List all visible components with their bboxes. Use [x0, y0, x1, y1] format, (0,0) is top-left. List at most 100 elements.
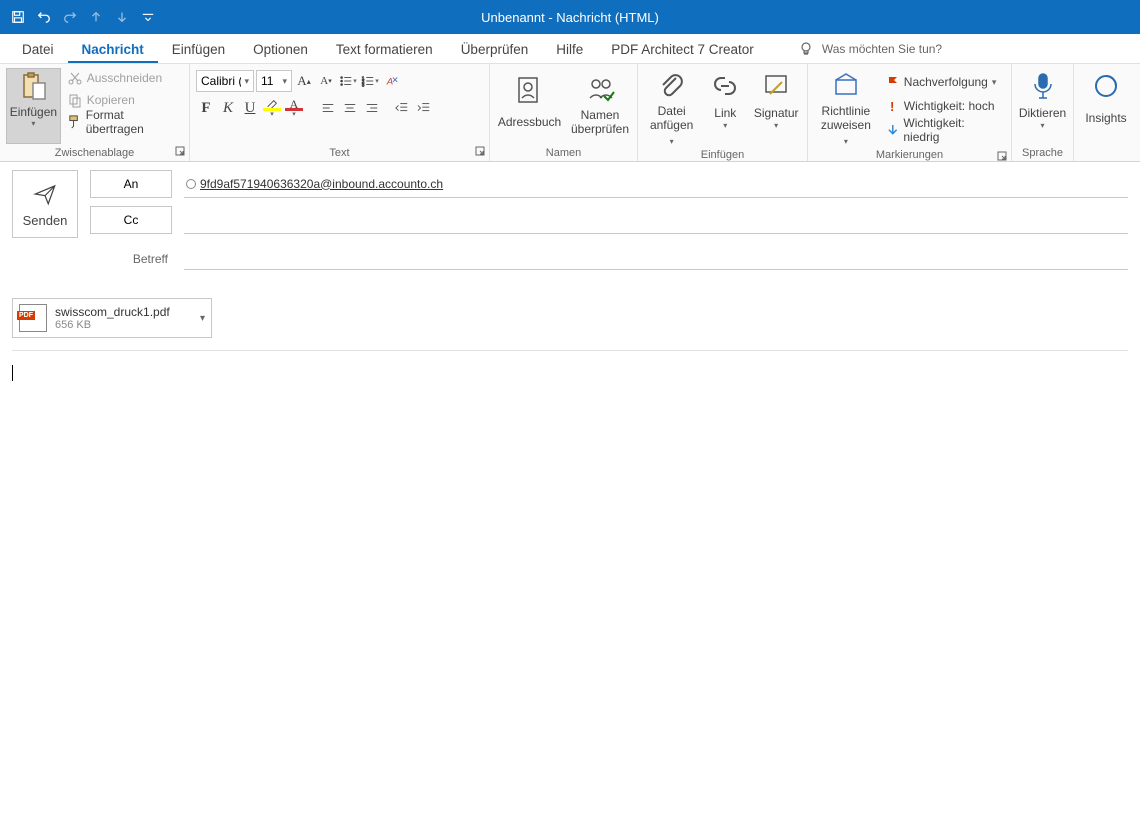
group-include: Dateianfügen ▾ Link▾ Signatur▾ Einfügen [638, 64, 808, 161]
presence-icon [186, 179, 196, 189]
scissors-icon [67, 70, 83, 86]
check-names-icon [584, 74, 616, 106]
low-importance-button[interactable]: Wichtigkeit: niedrig [882, 120, 1005, 140]
group-voice: Diktieren▾ Sprache [1012, 64, 1074, 161]
italic-button[interactable]: K [218, 98, 238, 118]
cc-field[interactable] [184, 206, 1128, 234]
underline-button[interactable]: U [240, 98, 260, 118]
chevron-down-icon[interactable]: ▾ [200, 313, 205, 324]
subject-label: Betreff [12, 252, 172, 266]
font-name-select[interactable]: Calibri (Textkörper)▾ [196, 70, 254, 92]
align-right-button[interactable] [362, 98, 382, 118]
dictate-button[interactable]: Diktieren▾ [1018, 68, 1067, 134]
clear-formatting-button[interactable]: A [382, 71, 402, 91]
paperclip-icon [656, 70, 688, 102]
group-names: Adressbuch Namenüberprüfen Namen [490, 64, 638, 161]
message-body[interactable] [12, 351, 1128, 398]
low-importance-icon [886, 123, 900, 137]
ribbon: Einfügen ▾ Ausschneiden Kopieren Format … [0, 64, 1140, 162]
tab-format[interactable]: Text formatieren [322, 36, 447, 63]
undo-icon[interactable] [32, 5, 56, 29]
tab-review[interactable]: Überprüfen [447, 36, 543, 63]
pdf-icon [19, 304, 47, 332]
send-icon [32, 181, 58, 207]
subject-field[interactable] [184, 248, 1128, 270]
tab-options[interactable]: Optionen [239, 36, 322, 63]
attach-file-button[interactable]: Dateianfügen ▾ [644, 68, 699, 149]
assign-policy-button[interactable]: Richtliniezuweisen ▾ [814, 68, 878, 149]
next-icon [110, 5, 134, 29]
align-center-button[interactable] [340, 98, 360, 118]
copy-icon [67, 92, 83, 108]
cut-button: Ausschneiden [63, 68, 183, 88]
numbering-button[interactable]: 123▾ [360, 71, 380, 91]
qat-customize-icon[interactable] [136, 5, 160, 29]
attachment-name: swisscom_druck1.pdf [55, 305, 192, 319]
signature-button[interactable]: Signatur▾ [751, 68, 801, 134]
send-button[interactable]: Senden [12, 170, 78, 238]
policy-icon [830, 70, 862, 102]
grow-font-button[interactable]: A▴ [294, 71, 314, 91]
align-left-button[interactable] [318, 98, 338, 118]
signature-icon [760, 70, 792, 102]
svg-text:!: ! [890, 99, 894, 113]
tab-help[interactable]: Hilfe [542, 36, 597, 63]
copy-button: Kopieren [63, 90, 183, 110]
to-field[interactable]: 9fd9af571940636320a@inbound.accounto.ch [184, 170, 1128, 198]
decrease-indent-button[interactable] [392, 98, 412, 118]
group-text: Calibri (Textkörper)▾ 11▾ A▴ A▾ ▾ 123▾ A… [190, 64, 490, 161]
insights-icon [1090, 70, 1122, 102]
quick-access-toolbar [6, 5, 160, 29]
shrink-font-button[interactable]: A▾ [316, 71, 336, 91]
compose-area: Senden An Cc 9fd9af571940636320a@inbound… [0, 162, 1140, 398]
microphone-icon [1027, 70, 1059, 102]
high-importance-button[interactable]: !Wichtigkeit: hoch [882, 96, 1005, 116]
tab-message[interactable]: Nachricht [68, 36, 158, 63]
insights-button[interactable]: Insights [1081, 68, 1130, 134]
follow-up-button[interactable]: Nachverfolgung ▾ [882, 72, 1005, 92]
window-title: Unbenannt - Nachricht (HTML) [481, 10, 659, 25]
format-painter-button[interactable]: Format übertragen [63, 112, 183, 132]
check-names-button[interactable]: Namenüberprüfen [569, 68, 631, 139]
group-tags: Richtliniezuweisen ▾ Nachverfolgung ▾ !W… [808, 64, 1012, 161]
font-size-select[interactable]: 11▾ [256, 70, 292, 92]
tab-insert[interactable]: Einfügen [158, 36, 239, 63]
bold-button[interactable]: F [196, 98, 216, 118]
address-book-icon [513, 74, 545, 106]
paste-button[interactable]: Einfügen ▾ [6, 68, 61, 144]
attachment-size: 656 KB [55, 319, 192, 331]
save-icon[interactable] [6, 5, 30, 29]
text-cursor [12, 365, 13, 381]
high-importance-icon: ! [886, 99, 900, 113]
font-color-button[interactable]: A▾ [284, 98, 304, 118]
highlight-button[interactable]: ▾ [262, 98, 282, 118]
group-insights: Insights [1074, 64, 1138, 161]
lightbulb-icon [798, 41, 814, 57]
tell-me-search[interactable]: Was möchten Sie tun? [798, 41, 942, 63]
svg-text:A: A [386, 77, 393, 88]
address-book-button[interactable]: Adressbuch [496, 68, 563, 138]
bullets-button[interactable]: ▾ [338, 71, 358, 91]
tags-dialog-launcher[interactable] [996, 151, 1008, 163]
font-dialog-launcher[interactable] [474, 146, 486, 158]
tab-file[interactable]: Datei [8, 36, 68, 63]
redo-icon [58, 5, 82, 29]
cc-button[interactable]: Cc [90, 206, 172, 234]
group-clipboard: Einfügen ▾ Ausschneiden Kopieren Format … [0, 64, 190, 161]
to-button[interactable]: An [90, 170, 172, 198]
recipient-chip[interactable]: 9fd9af571940636320a@inbound.accounto.ch [186, 177, 443, 191]
link-button[interactable]: Link▾ [703, 68, 747, 134]
tell-me-placeholder: Was möchten Sie tun? [822, 42, 942, 56]
flag-icon [886, 75, 900, 89]
ribbon-tabs: Datei Nachricht Einfügen Optionen Text f… [0, 34, 1140, 64]
attachments-row: swisscom_druck1.pdf 656 KB ▾ [12, 280, 1128, 351]
increase-indent-button[interactable] [414, 98, 434, 118]
previous-icon [84, 5, 108, 29]
clipboard-dialog-launcher[interactable] [174, 146, 186, 158]
attachment-item[interactable]: swisscom_druck1.pdf 656 KB ▾ [12, 298, 212, 338]
title-bar: Unbenannt - Nachricht (HTML) [0, 0, 1140, 34]
clipboard-icon [17, 71, 49, 103]
paintbrush-icon [67, 114, 82, 130]
tab-pdf-architect[interactable]: PDF Architect 7 Creator [597, 36, 768, 63]
link-icon [709, 70, 741, 102]
